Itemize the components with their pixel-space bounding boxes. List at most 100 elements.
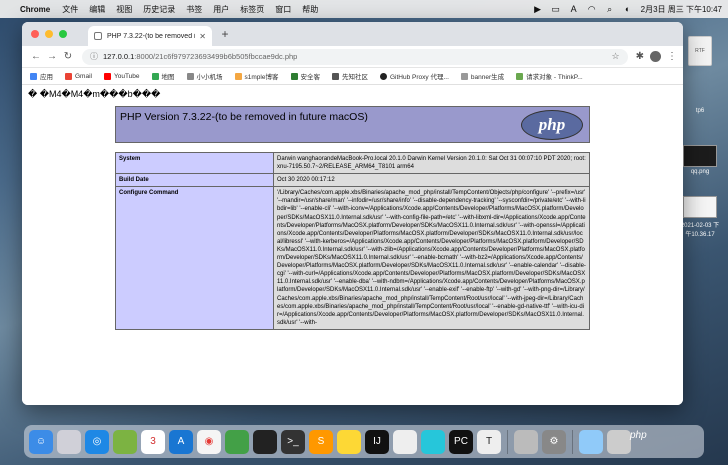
screenshot-thumbnail-icon <box>683 196 717 218</box>
input-method-icon[interactable]: A <box>569 4 579 14</box>
qq-icon[interactable] <box>253 429 277 454</box>
garbled-output: � �M4�M4�m���b��� <box>28 89 161 99</box>
calendar-icon[interactable]: 3 <box>141 429 165 454</box>
system-preferences-icon[interactable]: ⚙ <box>542 429 566 454</box>
downloads-folder-icon[interactable] <box>579 429 603 454</box>
browser-toolbar: ← → ↻ ⓘ 127.0.0.1 :8000/21c6f97972369349… <box>22 46 683 68</box>
table-row: Configure Command '/Library/Caches/com.a… <box>115 186 590 330</box>
desktop: { "menubar": { "app_name": "Chrome", "me… <box>0 0 728 465</box>
wechat-icon[interactable] <box>225 429 249 454</box>
globe-icon <box>460 72 468 80</box>
bookmark-airport[interactable]: 小小机场 <box>186 71 223 81</box>
menu-edit[interactable]: 编辑 <box>89 4 105 15</box>
notes-icon[interactable] <box>393 429 417 454</box>
bookmark-thinkphp[interactable]: 请求对象 - ThinkP... <box>516 71 583 81</box>
table-row: System Darwin wanghaorandeMacBook-Pro.lo… <box>115 151 590 175</box>
bookmark-youtube[interactable]: YouTube <box>103 72 140 80</box>
dock-separator <box>507 429 508 454</box>
dock: ☺ ◎ 3 A ◉ >_ S IJ PC T ⚙ <box>24 425 704 458</box>
forward-arrow-icon[interactable]: → <box>44 51 60 62</box>
menu-help[interactable]: 帮助 <box>302 4 318 15</box>
close-window-button[interactable] <box>31 30 39 38</box>
rtf-file-icon: RTF <box>688 36 712 66</box>
bookmark-s1mple-blog[interactable]: s1mple博客 <box>234 71 279 81</box>
phpinfo-table: System Darwin wanghaorandeMacBook-Pro.lo… <box>115 151 590 330</box>
menu-view[interactable]: 视图 <box>116 4 132 15</box>
url-path: :8000/21c6f979723693499b6b505fbccae9dc.p… <box>134 52 298 61</box>
more-menu-icon[interactable]: ⋮ <box>667 51 677 62</box>
control-center-icon[interactable]: ◐ <box>623 4 633 14</box>
php-version-title: PHP Version 7.3.22-(to be removed in fut… <box>120 111 368 123</box>
close-tab-icon[interactable]: ✕ <box>199 32 206 41</box>
bookmark-gmail[interactable]: Gmail <box>65 72 92 80</box>
finder-icon[interactable]: ☺ <box>29 429 53 454</box>
php-version-header: PHP Version 7.3.22-(to be removed in fut… <box>115 106 590 143</box>
bookmark-label: Gmail <box>75 72 92 80</box>
menu-history[interactable]: 历史记录 <box>143 4 175 15</box>
minimize-window-button[interactable] <box>45 30 53 38</box>
desktop-folder-tp6[interactable]: tp6 <box>680 78 720 114</box>
row-key: Configure Command <box>115 186 274 330</box>
yellow-app-icon[interactable] <box>337 429 361 454</box>
extensions-puzzle-icon[interactable]: ✱ <box>636 51 644 62</box>
github-icon <box>380 72 387 80</box>
trash-icon[interactable] <box>607 429 631 454</box>
bookmarks-bar: 应用 Gmail YouTube 地图 小小机场 s1mple博客 安全客 先知… <box>22 68 683 85</box>
back-arrow-icon[interactable]: ← <box>28 51 44 62</box>
menu-file[interactable]: 文件 <box>62 4 78 15</box>
app-store-icon[interactable]: A <box>169 429 193 454</box>
bookmark-anquanke[interactable]: 安全客 <box>290 71 321 81</box>
chrome-icon[interactable]: ◉ <box>197 429 221 454</box>
site-icon <box>186 72 194 80</box>
desktop-file-screenshot[interactable]: 2021-02-03 下午10.36.17 <box>680 196 720 238</box>
window-controls <box>31 30 67 38</box>
bookmark-maps[interactable]: 地图 <box>151 71 175 81</box>
desktop-rtf-file[interactable]: RTF <box>680 36 720 68</box>
bookmark-xianzhi[interactable]: 先知社区 <box>332 71 368 81</box>
row-value: Darwin wanghaorandeMacBook-Pro.local 20.… <box>273 151 590 175</box>
menu-bookmarks[interactable]: 书签 <box>186 4 202 15</box>
site-icon <box>290 72 298 80</box>
apps-grid-icon <box>30 72 37 80</box>
bookmark-label: 安全客 <box>300 74 321 81</box>
bookmark-apps[interactable]: 应用 <box>30 71 53 81</box>
browser-window: PHP 7.3.22-(to be removed in future macO… <box>22 22 683 405</box>
menu-window[interactable]: 窗口 <box>275 4 291 15</box>
watermark: php <box>630 430 647 441</box>
intellij-icon[interactable]: IJ <box>365 429 389 454</box>
typora-icon[interactable]: T <box>477 429 501 454</box>
search-icon[interactable]: ⌕ <box>605 4 615 14</box>
desktop-file-qq[interactable]: qq.png <box>680 145 720 175</box>
site-icon <box>516 72 524 80</box>
dock-separator <box>572 429 573 454</box>
address-bar[interactable]: ⓘ 127.0.0.1 :8000/21c6f979723693499b6b50… <box>82 48 628 65</box>
reload-icon[interactable]: ↻ <box>60 51 76 62</box>
proxy-app-icon[interactable] <box>421 429 445 454</box>
pycharm-icon[interactable]: PC <box>449 429 473 454</box>
menu-user[interactable]: 用户 <box>213 4 229 15</box>
zoom-window-button[interactable] <box>59 30 67 38</box>
wifi-icon[interactable]: ◠ <box>587 4 597 14</box>
profile-avatar[interactable] <box>650 51 661 62</box>
tab-php-info[interactable]: PHP 7.3.22-(to be removed in future macO… <box>88 26 212 46</box>
safari-icon[interactable]: ◎ <box>85 429 109 454</box>
terminal-icon[interactable]: >_ <box>281 429 305 454</box>
sublime-text-icon[interactable]: S <box>309 429 333 454</box>
site-info-icon[interactable]: ⓘ <box>90 51 98 62</box>
battery-icon[interactable]: ▭ <box>551 4 561 14</box>
launchpad-icon[interactable] <box>57 429 81 454</box>
menu-tab[interactable]: 标签页 <box>240 4 264 15</box>
bookmark-banner[interactable]: banner生成 <box>460 71 504 81</box>
row-value: '/Library/Caches/com.apple.xbs/Binaries/… <box>273 186 590 330</box>
bookmark-github-proxy[interactable]: GitHub Proxy 代理... <box>380 71 449 81</box>
play-icon[interactable]: ▶ <box>533 4 543 14</box>
bookmark-label: 小小机场 <box>196 74 223 81</box>
preview-icon[interactable] <box>514 429 538 454</box>
menu-clock[interactable]: 2月3日 周三 下午10:47 <box>641 4 722 15</box>
maps-app-icon[interactable] <box>113 429 137 454</box>
bookmark-star-icon[interactable]: ☆ <box>612 51 620 62</box>
php-logo: php <box>521 110 583 140</box>
tab-title: PHP 7.3.22-(to be removed in future macO… <box>107 32 195 40</box>
menu-app-name[interactable]: Chrome <box>20 5 50 14</box>
new-tab-button[interactable]: + <box>218 27 232 41</box>
